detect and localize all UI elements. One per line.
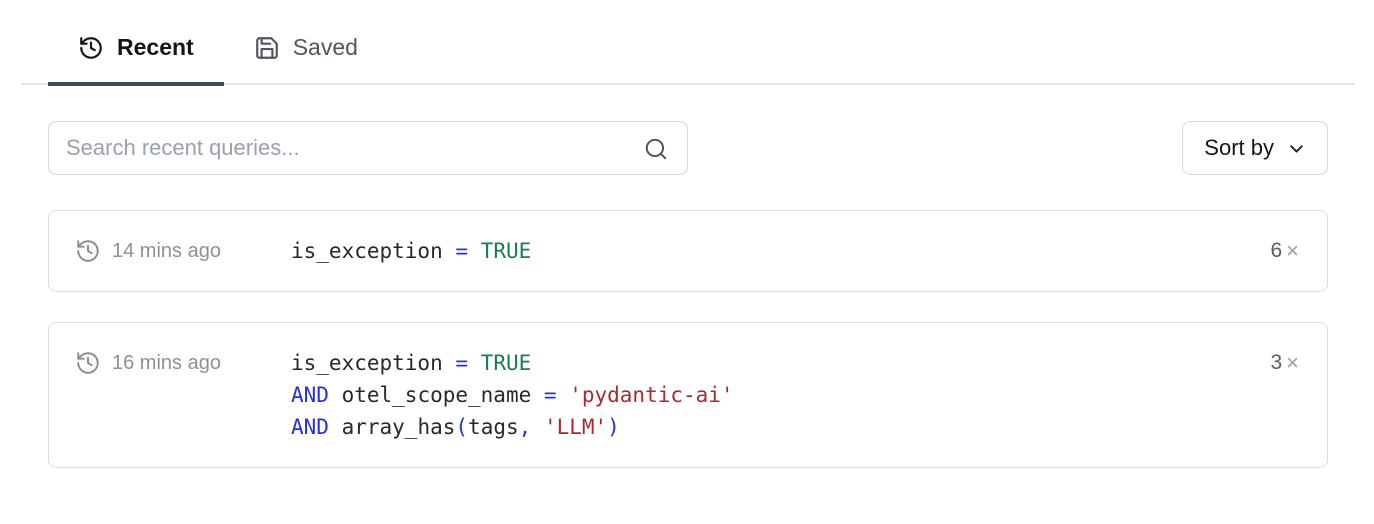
chevron-down-icon [1286,138,1307,159]
tab-recent[interactable]: Recent [48,26,224,83]
query-run-count-badge: 6 × [1250,235,1299,267]
history-icon [75,350,101,376]
query-run-count: 3 [1270,347,1282,379]
multiply-icon: × [1286,347,1299,379]
tabs: Recent Saved [48,26,1328,83]
query-code: is_exception = TRUE [291,235,1250,267]
search-icon [643,136,669,162]
multiply-icon: × [1286,235,1299,267]
query-list: 14 mins ago is_exception = TRUE 6 × 16 m… [48,210,1328,468]
tab-saved-label: Saved [293,34,358,61]
query-card[interactable]: 16 mins ago is_exception = TRUEAND otel_… [48,322,1328,468]
recent-queries-panel: Recent Saved Sort by 14 [0,0,1374,524]
history-icon [78,35,104,61]
query-time: 16 mins ago [112,352,221,375]
query-card[interactable]: 14 mins ago is_exception = TRUE 6 × [48,210,1328,292]
search-box[interactable] [48,121,688,175]
query-code: is_exception = TRUEAND otel_scope_name =… [291,347,1250,443]
tab-saved[interactable]: Saved [224,26,388,83]
search-input[interactable] [49,122,687,174]
sort-by-label: Sort by [1204,135,1274,161]
query-run-count: 6 [1270,235,1282,267]
history-icon [75,238,101,264]
query-meta: 16 mins ago [75,347,291,379]
query-meta: 14 mins ago [75,235,291,267]
query-run-count-badge: 3 × [1250,347,1299,379]
tab-recent-label: Recent [117,34,194,61]
toolbar: Sort by [48,121,1328,175]
save-icon [254,35,280,61]
query-time: 14 mins ago [112,240,221,263]
sort-by-button[interactable]: Sort by [1182,121,1328,175]
